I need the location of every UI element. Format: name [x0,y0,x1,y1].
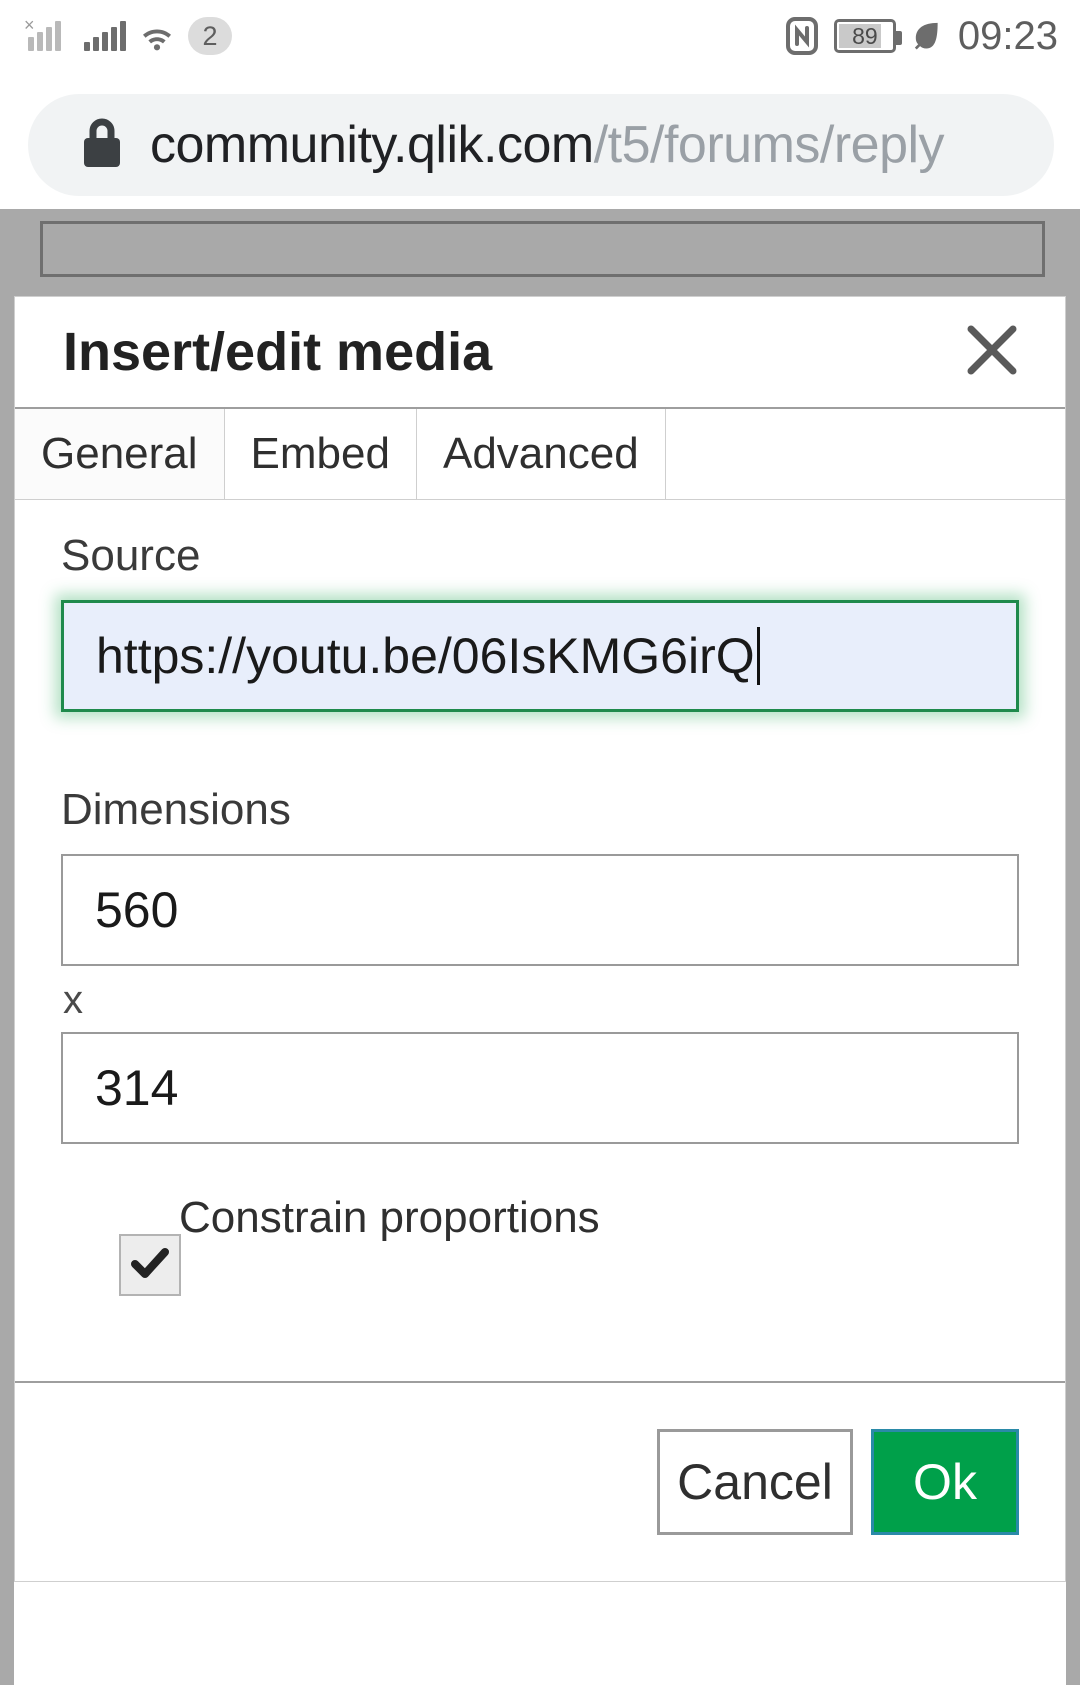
tab-embed-label: Embed [251,429,390,479]
dialog-footer: Cancel Ok [15,1381,1065,1581]
ok-button-label: Ok [913,1453,977,1511]
dialog-header: Insert/edit media [15,297,1065,409]
spacer [61,712,1019,788]
dimensions-height-input[interactable]: 314 [61,1032,1019,1144]
editor-field-outline [40,221,1045,277]
ok-button[interactable]: Ok [871,1429,1019,1535]
battery-level-text: 89 [852,25,878,48]
url-text: community.qlik.com/t5/forums/reply [150,119,944,171]
tab-advanced[interactable]: Advanced [417,409,666,499]
source-input[interactable]: https://youtu.be/06IsKMG6irQ [61,600,1019,712]
cancel-button-label: Cancel [677,1453,833,1511]
url-path: /t5/forums/reply [594,116,944,174]
battery-icon: 89 [834,19,896,53]
dimensions-width-input[interactable]: 560 [61,854,1019,966]
signal-bars-no-service-icon: × [28,21,70,51]
close-icon [963,321,1021,384]
tab-embed[interactable]: Embed [225,409,417,499]
checkmark-icon [128,1241,172,1290]
tabs-filler [666,409,1065,499]
status-bar: × 2 89 0 [0,0,1080,72]
dialog-tabs: General Embed Advanced [15,409,1065,500]
dimensions-height-value: 314 [95,1059,178,1117]
wifi-icon [140,21,174,51]
sim-count-badge: 2 [188,17,232,55]
insert-edit-media-dialog: Insert/edit media General Embed Advanced… [14,296,1066,1582]
tab-general-label: General [41,429,198,479]
tab-general[interactable]: General [15,409,225,499]
text-caret [757,627,760,685]
constrain-proportions-label: Constrain proportions [179,1196,600,1240]
cancel-button[interactable]: Cancel [657,1429,853,1535]
dimensions-width-value: 560 [95,881,178,939]
source-label: Source [61,534,1019,578]
signal-bars-icon [84,21,126,51]
dimensions-separator: x [63,980,1019,1020]
dialog-title: Insert/edit media [63,325,492,379]
tab-advanced-label: Advanced [443,429,639,479]
constrain-proportions-checkbox[interactable] [119,1234,181,1296]
dialog-bottom-overflow [14,1582,1066,1685]
url-host: community.qlik.com [150,116,594,174]
nfc-icon [786,17,818,55]
leaf-power-saving-icon [912,21,942,51]
status-bar-clock: 09:23 [958,16,1058,56]
url-bar[interactable]: community.qlik.com/t5/forums/reply [28,94,1054,196]
source-input-value: https://youtu.be/06IsKMG6irQ [96,627,755,685]
status-bar-left: × 2 [28,0,232,72]
close-button[interactable] [959,319,1025,385]
constrain-proportions-row: Constrain proportions [61,1196,1019,1316]
status-bar-right: 89 09:23 [786,0,1058,72]
dialog-body: Source https://youtu.be/06IsKMG6irQ Dime… [15,500,1065,1381]
lock-icon [80,115,124,176]
browser-toolbar: community.qlik.com/t5/forums/reply [0,84,1080,209]
dimensions-label: Dimensions [61,788,1019,832]
